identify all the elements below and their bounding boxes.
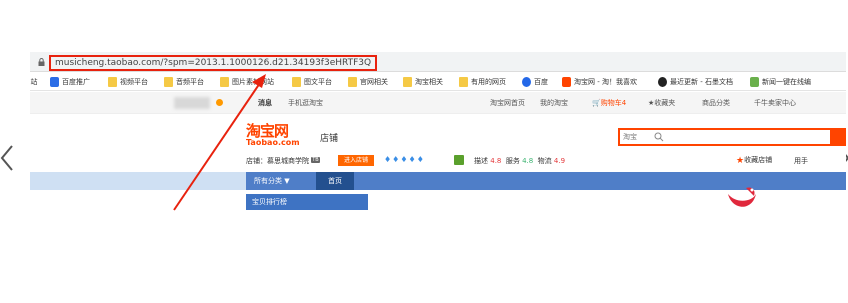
store-badge: TB bbox=[311, 157, 320, 163]
taobao-icon bbox=[562, 77, 571, 87]
bookmark-label: 百度 bbox=[534, 78, 548, 86]
rating-desc-label: 描述 bbox=[474, 157, 488, 165]
verified-badge-icon bbox=[454, 155, 464, 165]
folder-icon bbox=[220, 77, 229, 87]
bookmark-label: 音频平台 bbox=[176, 78, 204, 86]
bookmarks-bar: 8站 百度推广 视频平台 音频平台 图片素材网站 图文平台 官网相关 淘宝相关 … bbox=[30, 73, 846, 91]
rating-logistics-label: 物流 bbox=[537, 157, 552, 165]
bookmark-item[interactable]: 百度 bbox=[522, 76, 548, 88]
cart-icon: 🛒 bbox=[592, 99, 601, 107]
taobao-mascot-icon bbox=[728, 187, 756, 207]
store-name-prefix: 店铺： bbox=[246, 157, 267, 165]
cart-count: 4 bbox=[621, 99, 627, 107]
folder-icon bbox=[292, 77, 301, 87]
folder-icon bbox=[108, 77, 117, 87]
bookmark-label: 视频平台 bbox=[120, 78, 148, 86]
folder-icon bbox=[459, 77, 468, 87]
ranking-title: 宝贝排行榜 bbox=[246, 194, 368, 210]
bookmark-label: 淘宝网 - 淘！我喜欢 bbox=[574, 78, 637, 86]
rating-service-label: 服务 bbox=[505, 157, 520, 165]
bookmark-item[interactable]: 8站 bbox=[30, 76, 37, 88]
mobile-link[interactable]: 用手 bbox=[794, 156, 808, 166]
chevron-left-icon bbox=[0, 145, 13, 171]
header-store-label: 店铺 bbox=[320, 134, 339, 144]
store-name[interactable]: 店铺：慕思城商学院 TB bbox=[246, 156, 320, 166]
baidu-paw-icon bbox=[522, 77, 531, 87]
favorite-store-label: 收藏店铺 bbox=[744, 156, 773, 164]
logo-cn-text: 淘宝网 bbox=[246, 122, 289, 140]
store-info: 店铺：慕思城商学院 TB 进入店铺 ♦♦♦♦♦ 描述 4.8 服务 4.8 物流… bbox=[246, 154, 846, 168]
taobao-top-nav: 消息 手机逛淘宝 淘宝网首页 我的淘宝 🛒购物车4 ★收藏夹 商品分类 千牛卖家… bbox=[30, 92, 846, 114]
url-field[interactable]: musicheng.taobao.com/?spm=2013.1.1000126… bbox=[49, 55, 377, 71]
blurred-username bbox=[174, 97, 210, 109]
search-icon bbox=[654, 132, 664, 142]
folder-icon bbox=[403, 77, 412, 87]
folder-icon bbox=[348, 77, 357, 87]
app-icon bbox=[750, 77, 759, 87]
bookmark-item[interactable]: 有用的网页 bbox=[459, 76, 506, 88]
bookmark-item[interactable]: 音频平台 bbox=[164, 76, 204, 88]
user-status-icon bbox=[216, 99, 223, 106]
nav-favorites[interactable]: ★收藏夹 bbox=[648, 98, 675, 108]
bookmark-item[interactable]: 官网相关 bbox=[348, 76, 388, 88]
bookmark-item[interactable]: 新闻一键在线编 bbox=[750, 76, 811, 88]
bookmark-label: 图文平台 bbox=[304, 78, 332, 86]
favorite-store-button[interactable]: ★收藏店铺 bbox=[736, 155, 772, 166]
bookmark-item[interactable]: 最近更新 - 石墨文档 bbox=[658, 76, 733, 88]
nav-my-taobao[interactable]: 我的淘宝 bbox=[540, 98, 568, 108]
nav-home[interactable]: 淘宝网首页 bbox=[490, 98, 525, 108]
bookmark-label: 淘宝相关 bbox=[415, 78, 443, 86]
star-icon: ★ bbox=[736, 156, 745, 166]
tab-home[interactable]: 首页 bbox=[316, 172, 354, 190]
search-button[interactable] bbox=[830, 128, 846, 146]
search-scope-select[interactable]: 淘宝 bbox=[623, 132, 637, 142]
logo-en-text: Taobao.com bbox=[246, 138, 300, 147]
bookmark-label: 有用的网页 bbox=[471, 78, 506, 86]
browser-screenshot: musicheng.taobao.com/?spm=2013.1.1000126… bbox=[30, 52, 846, 282]
nav-cart[interactable]: 🛒购物车4 bbox=[592, 98, 626, 108]
bookmark-item[interactable]: 淘宝相关 bbox=[403, 76, 443, 88]
nav-messages[interactable]: 消息 bbox=[258, 98, 272, 108]
url-text: musicheng.taobao.com/?spm=2013.1.1000126… bbox=[55, 58, 372, 68]
enter-store-button[interactable]: 进入店铺 bbox=[338, 155, 374, 166]
bookmark-label: 8站 bbox=[30, 78, 38, 86]
rating-desc-value: 4.8 bbox=[490, 157, 502, 165]
bookmark-label: 官网相关 bbox=[360, 78, 388, 86]
folder-icon bbox=[164, 77, 173, 87]
nav-categories[interactable]: 商品分类 bbox=[702, 98, 730, 108]
nav-seller-center[interactable]: 千牛卖家中心 bbox=[754, 98, 796, 108]
shimo-icon bbox=[658, 77, 667, 87]
bookmark-label: 最近更新 - 石墨文档 bbox=[670, 78, 733, 86]
bookmark-item[interactable]: 图片素材网站 bbox=[220, 76, 274, 88]
search-bar[interactable]: 淘宝 bbox=[618, 128, 846, 146]
bookmark-label: 百度推广 bbox=[62, 78, 90, 86]
address-bar: musicheng.taobao.com/?spm=2013.1.1000126… bbox=[30, 52, 846, 72]
bookmark-label: 新闻一键在线编 bbox=[762, 78, 811, 86]
cart-label: 购物车 bbox=[600, 99, 622, 107]
bookmark-item[interactable]: 图文平台 bbox=[292, 76, 332, 88]
rating-service-value: 4.8 bbox=[522, 157, 534, 165]
favorites-label: 收藏夹 bbox=[654, 99, 676, 107]
bookmark-item[interactable]: 视频平台 bbox=[108, 76, 148, 88]
rating-logistics-value: 4.9 bbox=[553, 157, 566, 165]
baidu-paw-icon bbox=[50, 77, 59, 87]
nav-mobile[interactable]: 手机逛淘宝 bbox=[288, 98, 323, 108]
lock-icon bbox=[38, 58, 45, 66]
diamond-rating-icons: ♦♦♦♦♦ bbox=[384, 155, 425, 164]
bookmark-item[interactable]: 淘宝网 - 淘！我喜欢 bbox=[562, 76, 637, 88]
store-name-text: 慕思城商学院 bbox=[267, 157, 309, 165]
taobao-logo[interactable]: 淘宝网 Taobao.com bbox=[246, 124, 306, 148]
carousel-prev-arrow[interactable] bbox=[0, 138, 18, 178]
bookmark-item[interactable]: 百度推广 bbox=[50, 76, 90, 88]
bookmark-label: 图片素材网站 bbox=[232, 78, 274, 86]
store-ratings: 描述 4.8 服务 4.8 物流 4.9 bbox=[474, 156, 565, 166]
all-categories-dropdown[interactable]: 所有分类 ▼ bbox=[254, 176, 290, 186]
